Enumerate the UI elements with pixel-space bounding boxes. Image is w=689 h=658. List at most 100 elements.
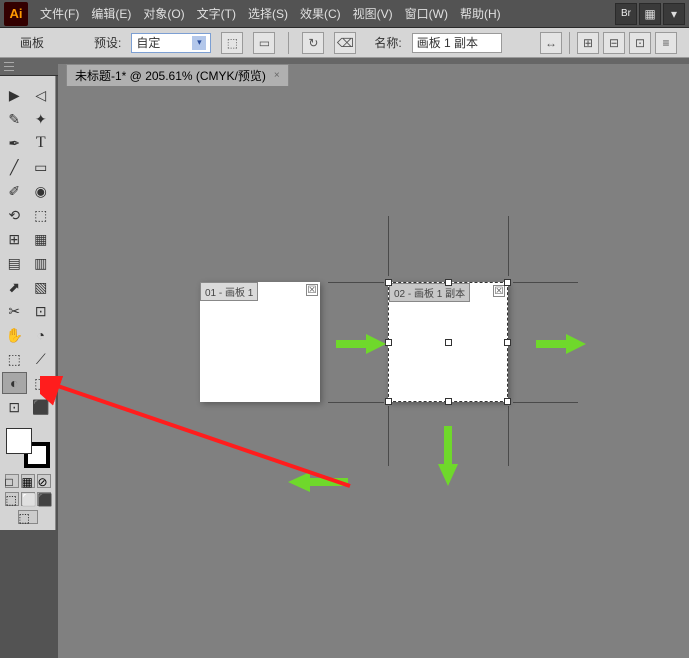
guide-line bbox=[508, 216, 509, 276]
shape-builder-tool[interactable]: ⬈ bbox=[2, 276, 27, 298]
artboard-close-icon[interactable]: ☒ bbox=[493, 285, 505, 297]
blob-brush-tool[interactable]: ⟲ bbox=[2, 204, 27, 226]
annotation-arrow-right-icon bbox=[536, 334, 586, 354]
menu-view[interactable]: 视图(V) bbox=[347, 3, 399, 24]
gradient-mode-button[interactable]: ▦ bbox=[21, 474, 35, 488]
menu-select[interactable]: 选择(S) bbox=[242, 3, 294, 24]
draw-inside-button[interactable]: ⬛ bbox=[37, 492, 51, 506]
direct-selection-tool[interactable]: ◁ bbox=[29, 84, 54, 106]
document-tab[interactable]: 未标题-1* @ 205.61% (CMYK/预览) × bbox=[66, 64, 289, 86]
line-tool[interactable]: ╱ bbox=[2, 156, 27, 178]
options-button-2[interactable]: ⊟ bbox=[603, 32, 625, 54]
workspace-switcher[interactable]: ▾ bbox=[663, 3, 685, 25]
perspective-grid-tool[interactable]: ▧ bbox=[29, 276, 54, 298]
menu-file[interactable]: 文件(F) bbox=[34, 3, 85, 24]
resize-handle[interactable] bbox=[385, 398, 392, 405]
normal-draw-button[interactable]: ⬚ bbox=[5, 492, 19, 506]
preset-label: 预设: bbox=[94, 34, 121, 51]
artboard-tool[interactable]: ◐ bbox=[2, 372, 27, 394]
menu-window[interactable]: 窗口(W) bbox=[399, 3, 454, 24]
guide-line bbox=[328, 402, 384, 403]
screen-mode-button[interactable]: ⬚ bbox=[18, 510, 38, 524]
center-handle[interactable] bbox=[445, 339, 452, 346]
magic-wand-tool[interactable]: ✎ bbox=[2, 108, 27, 130]
scale-tool[interactable]: ▦ bbox=[29, 228, 54, 250]
lasso-tool[interactable]: ✦ bbox=[29, 108, 54, 130]
guide-line bbox=[388, 406, 389, 466]
close-icon[interactable]: × bbox=[274, 70, 280, 81]
orient-landscape-button[interactable]: ▭ bbox=[253, 32, 275, 54]
preset-value: 自定 bbox=[136, 34, 160, 51]
annotation-arrow-left-icon bbox=[288, 472, 348, 492]
artboard-close-icon[interactable]: ☒ bbox=[306, 284, 318, 296]
guide-line bbox=[328, 282, 384, 283]
bridge-button[interactable]: Br bbox=[615, 3, 637, 25]
resize-handle[interactable] bbox=[445, 398, 452, 405]
resize-handle[interactable] bbox=[385, 279, 392, 286]
pencil-tool[interactable]: ◉ bbox=[29, 180, 54, 202]
gradient-tool[interactable]: ⊡ bbox=[29, 300, 54, 322]
resize-handle[interactable] bbox=[504, 279, 511, 286]
guide-line bbox=[513, 402, 578, 403]
slice-tool[interactable]: ⬚ bbox=[29, 372, 54, 394]
hand-tool[interactable]: ⊡ bbox=[2, 396, 27, 418]
menu-effect[interactable]: 效果(C) bbox=[294, 3, 347, 24]
orient-portrait-button[interactable]: ⬚ bbox=[221, 32, 243, 54]
resize-handle[interactable] bbox=[504, 398, 511, 405]
artboard-name-input[interactable]: 画板 1 副本 bbox=[412, 33, 502, 53]
paintbrush-tool[interactable]: ✐ bbox=[2, 180, 27, 202]
delete-artboard-button[interactable]: ⌫ bbox=[334, 32, 356, 54]
artboard-2-selected[interactable]: 02 - 画板 1 副本 ☒ bbox=[388, 282, 508, 402]
separator bbox=[569, 32, 570, 54]
resize-handle[interactable] bbox=[504, 339, 511, 346]
menubar: Ai 文件(F) 编辑(E) 对象(O) 文字(T) 选择(S) 效果(C) 视… bbox=[0, 0, 689, 28]
separator bbox=[288, 32, 289, 54]
pen-tool[interactable]: ✒ bbox=[2, 132, 27, 154]
artboard-options-button[interactable]: ≡ bbox=[655, 32, 677, 54]
menu-edit[interactable]: 编辑(E) bbox=[85, 3, 137, 24]
artboard-1-label: 01 - 画板 1 bbox=[200, 282, 258, 301]
type-tool[interactable]: T bbox=[29, 132, 54, 154]
zoom-tool[interactable]: ⬛ bbox=[29, 396, 54, 418]
eyedropper-tool[interactable]: ✋ bbox=[2, 324, 27, 346]
canvas[interactable]: 01 - 画板 1 ☒ 02 - 画板 1 副本 ☒ bbox=[58, 86, 689, 658]
document-workspace: 未标题-1* @ 205.61% (CMYK/预览) × 01 - 画板 1 ☒… bbox=[58, 64, 689, 658]
selection-tool[interactable]: ▶ bbox=[2, 84, 27, 106]
menu-object[interactable]: 对象(O) bbox=[137, 3, 190, 24]
annotation-arrow-down-icon bbox=[438, 426, 458, 486]
eraser-tool[interactable]: ⬚ bbox=[29, 204, 54, 226]
toolbox-panel: ▶ ◁ ✎ ✦ ✒ T ╱ ▭ ✐ ◉ ⟲ ⬚ ⊞ ▦ ▤ ▥ ⬈ ▧ ✂ ⊡ … bbox=[0, 76, 56, 530]
document-title: 未标题-1* @ 205.61% (CMYK/预览) bbox=[75, 67, 266, 84]
symbol-sprayer-tool[interactable]: ⬚ bbox=[2, 348, 27, 370]
app-logo: Ai bbox=[4, 2, 28, 26]
name-label: 名称: bbox=[374, 34, 401, 51]
options-bar: 画板 预设: 自定 ▾ ⬚ ▭ ↻ ⌫ 名称: 画板 1 副本 ↔ ⊞ ⊟ ⊡ … bbox=[0, 28, 689, 58]
menu-type[interactable]: 文字(T) bbox=[191, 3, 242, 24]
draw-behind-button[interactable]: ⬜ bbox=[21, 492, 35, 506]
options-button-3[interactable]: ⊡ bbox=[629, 32, 651, 54]
resize-handle[interactable] bbox=[445, 279, 452, 286]
width-tool[interactable]: ▤ bbox=[2, 252, 27, 274]
guide-line bbox=[508, 406, 509, 466]
menu-help[interactable]: 帮助(H) bbox=[454, 3, 507, 24]
color-swatch-area: □ ▦ ⊘ ⬚ ⬜ ⬛ ⬚ bbox=[0, 420, 55, 530]
blend-tool[interactable]: ◔ bbox=[29, 324, 54, 346]
arrange-button[interactable]: ▦ bbox=[639, 3, 661, 25]
color-mode-button[interactable]: □ bbox=[5, 474, 19, 488]
artboard-1[interactable]: 01 - 画板 1 ☒ bbox=[200, 282, 320, 402]
column-graph-tool[interactable]: ⟋ bbox=[29, 348, 54, 370]
move-with-artboard-button[interactable]: ↔ bbox=[540, 32, 562, 54]
preset-dropdown[interactable]: 自定 ▾ bbox=[131, 33, 211, 53]
drag-handle-icon bbox=[4, 61, 14, 73]
mesh-tool[interactable]: ✂ bbox=[2, 300, 27, 322]
none-mode-button[interactable]: ⊘ bbox=[37, 474, 51, 488]
free-transform-tool[interactable]: ▥ bbox=[29, 252, 54, 274]
rotate-tool[interactable]: ⊞ bbox=[2, 228, 27, 250]
rectangle-tool[interactable]: ▭ bbox=[29, 156, 54, 178]
new-artboard-button[interactable]: ↻ bbox=[302, 32, 324, 54]
guide-line bbox=[513, 282, 578, 283]
artboard-2-label: 02 - 画板 1 副本 bbox=[389, 283, 470, 302]
options-button-1[interactable]: ⊞ bbox=[577, 32, 599, 54]
fill-swatch[interactable] bbox=[6, 428, 32, 454]
resize-handle[interactable] bbox=[385, 339, 392, 346]
